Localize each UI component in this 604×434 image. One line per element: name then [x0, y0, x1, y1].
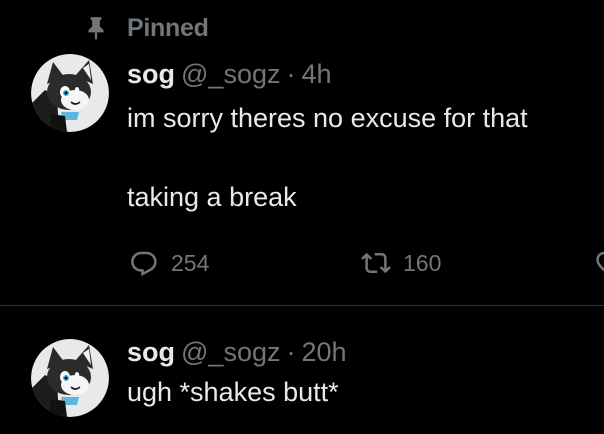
display-name[interactable]: sog: [127, 337, 175, 367]
separator-dot: ·: [286, 337, 296, 367]
pin-icon: [83, 15, 109, 41]
avatar[interactable]: [31, 54, 109, 132]
display-name[interactable]: sog: [127, 59, 175, 89]
tweet-header: sog @_sogz · 4h: [127, 58, 332, 90]
pinned-indicator: Pinned: [83, 12, 209, 44]
tweet-actions: 254 160: [0, 246, 604, 282]
tweet[interactable]: sog @_sogz · 20h ugh *shakes butt*: [0, 306, 604, 434]
retweet-count: 160: [403, 249, 442, 276]
pinned-label: Pinned: [127, 13, 209, 42]
tweet-text-line: im sorry theres no excuse for that: [127, 103, 528, 133]
timeline-feed: Pinned sog @_sogz · 4h im sorry theres n…: [0, 0, 604, 434]
tweet-text-line: taking a break: [127, 182, 297, 212]
retweet-icon: [361, 248, 391, 278]
reply-icon: [129, 248, 159, 278]
like-icon: [595, 248, 604, 278]
tweet-header: sog @_sogz · 20h: [127, 336, 347, 368]
user-handle[interactable]: @_sogz: [181, 59, 280, 89]
timestamp[interactable]: 20h: [301, 337, 346, 367]
tweet-text-line: ugh *shakes butt*: [127, 377, 339, 407]
retweet-button[interactable]: 160: [361, 248, 441, 278]
reply-count: 254: [171, 249, 210, 276]
avatar[interactable]: [31, 339, 109, 417]
reply-button[interactable]: 254: [129, 248, 209, 278]
timestamp[interactable]: 4h: [301, 59, 331, 89]
separator-dot: ·: [286, 59, 296, 89]
tweet-pinned[interactable]: Pinned sog @_sogz · 4h im sorry theres n…: [0, 0, 604, 305]
like-button[interactable]: [595, 248, 604, 278]
user-handle[interactable]: @_sogz: [181, 337, 280, 367]
